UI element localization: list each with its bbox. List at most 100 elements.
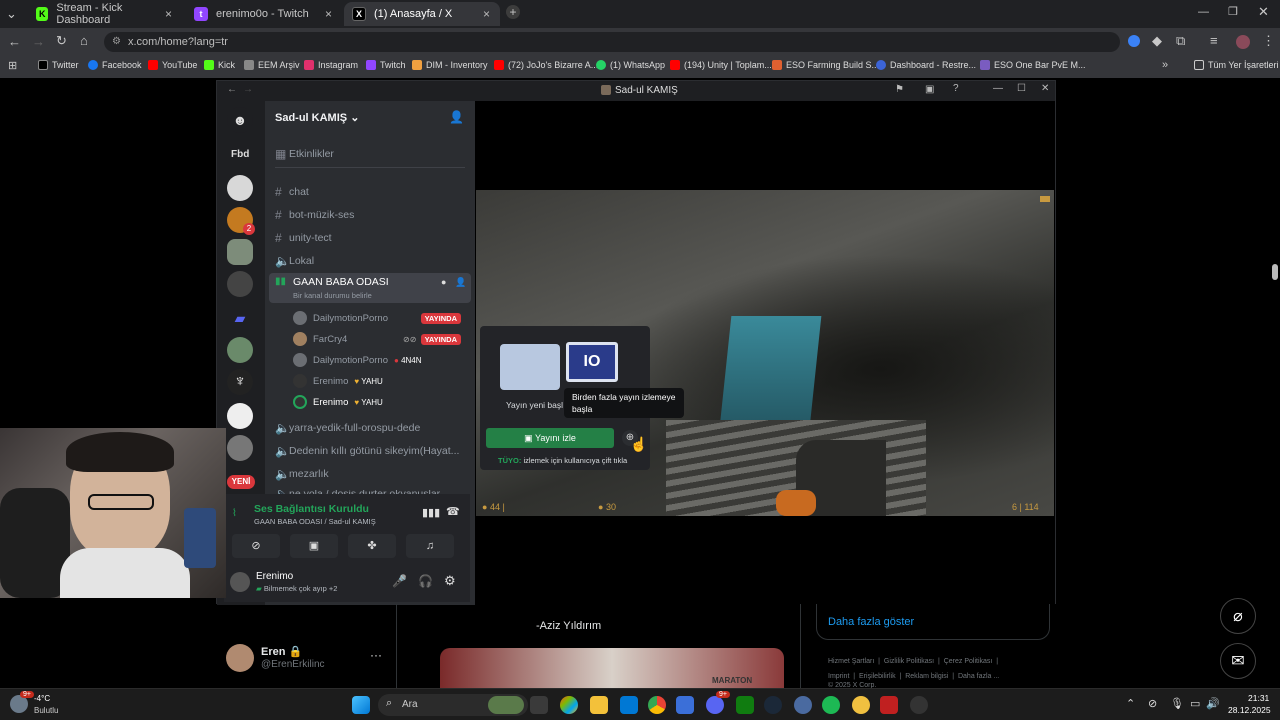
folder-icon[interactable]: ▰ xyxy=(227,305,253,331)
footer-link[interactable]: Hizmet Şartları xyxy=(828,658,874,665)
headphones-icon[interactable]: 🎧 xyxy=(418,574,433,588)
back-icon[interactable]: ← xyxy=(8,34,21,49)
app-icon[interactable] xyxy=(794,696,812,714)
voice-user-self[interactable]: Erenimo ♥ YAHU xyxy=(293,395,467,409)
screen-icon[interactable]: ▣ xyxy=(925,84,934,95)
grok-button[interactable]: ⌀ xyxy=(1220,598,1256,634)
forward-icon[interactable]: → xyxy=(243,84,253,95)
start-windows-icon[interactable] xyxy=(352,696,370,714)
chevron-up-icon[interactable]: ⌃ xyxy=(1126,697,1135,710)
disconnect-icon[interactable]: ☎ xyxy=(446,505,460,518)
channel-lokal[interactable]: 🔈 Lokal xyxy=(275,254,314,268)
active-voice-channel[interactable]: ▮▮ GAAN BABA ODASI Bir kanal durumu beli… xyxy=(269,273,471,303)
file-explorer-icon[interactable] xyxy=(590,696,608,714)
discord-icon[interactable] xyxy=(706,696,724,714)
footer-link[interactable]: Gizlilik Politikası xyxy=(884,658,934,665)
channel-unity[interactable]: # unity-tect xyxy=(275,231,332,245)
app-icon[interactable] xyxy=(852,696,870,714)
clock-date[interactable]: 28.12.2025 xyxy=(1228,705,1271,715)
camera-off-button[interactable]: ⊘ xyxy=(232,534,280,558)
bookmark-eem[interactable]: EEM Arşiv xyxy=(244,60,300,70)
spotify-icon[interactable] xyxy=(822,696,840,714)
profile-avatar[interactable] xyxy=(1236,35,1250,49)
invite-icon[interactable]: 👤 xyxy=(449,110,464,124)
footer-link[interactable]: Çerez Politikası xyxy=(944,658,993,665)
server-avatar[interactable]: ♆ xyxy=(227,369,253,395)
noise-suppression-icon[interactable]: ▮▮▮ xyxy=(422,506,440,519)
minimize-icon[interactable]: — xyxy=(993,83,1003,94)
more-bookmarks-icon[interactable]: » xyxy=(1162,59,1168,71)
show-more-link[interactable]: Daha fazla göster xyxy=(828,616,914,628)
voice-user[interactable]: DailymotionPorno ● 4N4N xyxy=(293,353,467,367)
extensions-puzzle-icon[interactable]: ⧉ xyxy=(1176,33,1185,49)
channel-voice[interactable]: 🔈 yarra-yedik-full-orospu-dede xyxy=(275,421,420,435)
channel-voice[interactable]: 🔈 mezarlık xyxy=(275,467,329,481)
close-tab-icon[interactable]: × xyxy=(165,7,172,21)
soundboard-button[interactable]: ♫ xyxy=(406,534,454,558)
close-window-icon[interactable]: ✕ xyxy=(1258,4,1269,20)
inbox-icon[interactable]: ⚑ xyxy=(895,84,904,95)
signal-icon[interactable]: ⌇ xyxy=(232,508,237,519)
footer-link[interactable]: Daha fazla ... xyxy=(958,673,999,680)
taskbar-search[interactable]: ⌕ Ara xyxy=(378,694,528,716)
discord-home-icon[interactable]: ☻ xyxy=(227,107,253,133)
extension-diamond-icon[interactable]: ◆ xyxy=(1152,33,1162,49)
display-icon[interactable]: ▭ xyxy=(1190,697,1200,710)
site-info-icon[interactable]: ⚙ xyxy=(112,32,121,52)
bookmark-dim[interactable]: DIM - Inventory xyxy=(412,60,488,70)
new-tab-icon[interactable]: + xyxy=(506,5,520,19)
network-icon[interactable]: ⊘ xyxy=(1148,697,1157,710)
channel-bot-muzik[interactable]: # bot-müzik-ses xyxy=(275,208,354,222)
voice-channel-path[interactable]: GAAN BABA ODASI / Sad-ul KAMIŞ xyxy=(254,517,376,526)
footer-link[interactable]: Reklam bilgisi xyxy=(905,673,948,680)
bookmark-jojo[interactable]: (72) JoJo's Bizarre A... xyxy=(494,60,598,70)
tab-kick-dashboard[interactable]: K Stream - Kick Dashboard × xyxy=(28,2,182,26)
maximize-icon[interactable]: ❐ xyxy=(1228,5,1238,18)
microphone-icon[interactable]: 🎤 xyxy=(392,574,407,588)
chrome-icon[interactable] xyxy=(648,696,666,714)
bookmark-instagram[interactable]: Instagram xyxy=(304,60,358,70)
close-tab-icon[interactable]: × xyxy=(483,7,490,21)
watch-stream-button[interactable]: ▣ Yayını izle xyxy=(486,428,614,448)
voice-channel-status[interactable]: Bir kanal durumu belirle xyxy=(293,291,372,300)
tab-search-icon[interactable]: ⌄ xyxy=(6,6,17,22)
bookmark-unity[interactable]: (194) Unity | Toplam... xyxy=(670,60,772,70)
tab-x-home[interactable]: X (1) Anasayfa / X × xyxy=(344,2,500,26)
screen-share-button[interactable]: ▣ xyxy=(290,534,338,558)
bookmark-restream[interactable]: Dashboard - Restre... xyxy=(876,60,976,70)
copilot-icon[interactable] xyxy=(560,696,578,714)
forward-icon[interactable]: → xyxy=(32,34,45,49)
close-icon[interactable]: ✕ xyxy=(1041,83,1049,94)
obs-icon[interactable] xyxy=(910,696,928,714)
bookmark-eso-onebar[interactable]: ESO One Bar PvE M... xyxy=(980,60,1086,70)
activities-button[interactable]: ✤ xyxy=(348,534,396,558)
profile-avatar[interactable] xyxy=(226,644,254,672)
clock-time[interactable]: 21:31 xyxy=(1248,693,1269,703)
footer-link[interactable]: Imprint xyxy=(828,673,849,680)
apps-grid-icon[interactable]: ⊞ xyxy=(8,59,17,72)
steam-icon[interactable] xyxy=(764,696,782,714)
reading-list-icon[interactable]: ≡ xyxy=(1210,33,1218,48)
server-avatar[interactable] xyxy=(227,175,253,201)
home-icon[interactable]: ⌂ xyxy=(80,33,88,48)
chat-bubble-icon[interactable]: ● xyxy=(441,277,446,287)
tab-twitch[interactable]: t erenimo0o - Twitch × xyxy=(186,2,342,26)
messages-button[interactable]: ✉ xyxy=(1220,643,1256,679)
folder-label[interactable]: Fbd xyxy=(231,149,249,160)
bookmark-kick[interactable]: Kick xyxy=(204,60,235,70)
all-bookmarks[interactable]: Tüm Yer İşaretleri xyxy=(1194,60,1279,70)
bookmark-twitch[interactable]: Twitch xyxy=(366,60,406,70)
task-view-icon[interactable] xyxy=(530,696,548,714)
back-icon[interactable]: ← xyxy=(227,84,237,95)
mic-icon[interactable]: 🎙 xyxy=(1170,697,1184,710)
user-avatar[interactable] xyxy=(230,572,250,592)
app-icon[interactable] xyxy=(880,696,898,714)
xbox-icon[interactable] xyxy=(736,696,754,714)
server-avatar[interactable] xyxy=(227,403,253,429)
bookmark-whatsapp[interactable]: (1) WhatsApp xyxy=(596,60,665,70)
server-avatar[interactable] xyxy=(227,271,253,297)
server-avatar[interactable] xyxy=(227,435,253,461)
voice-user[interactable]: FarCry4 ⊘⊘ YAYINDA xyxy=(293,332,467,346)
server-name[interactable]: Sad-ul KAMIŞ ⌄ xyxy=(275,111,359,124)
server-avatar[interactable] xyxy=(227,337,253,363)
